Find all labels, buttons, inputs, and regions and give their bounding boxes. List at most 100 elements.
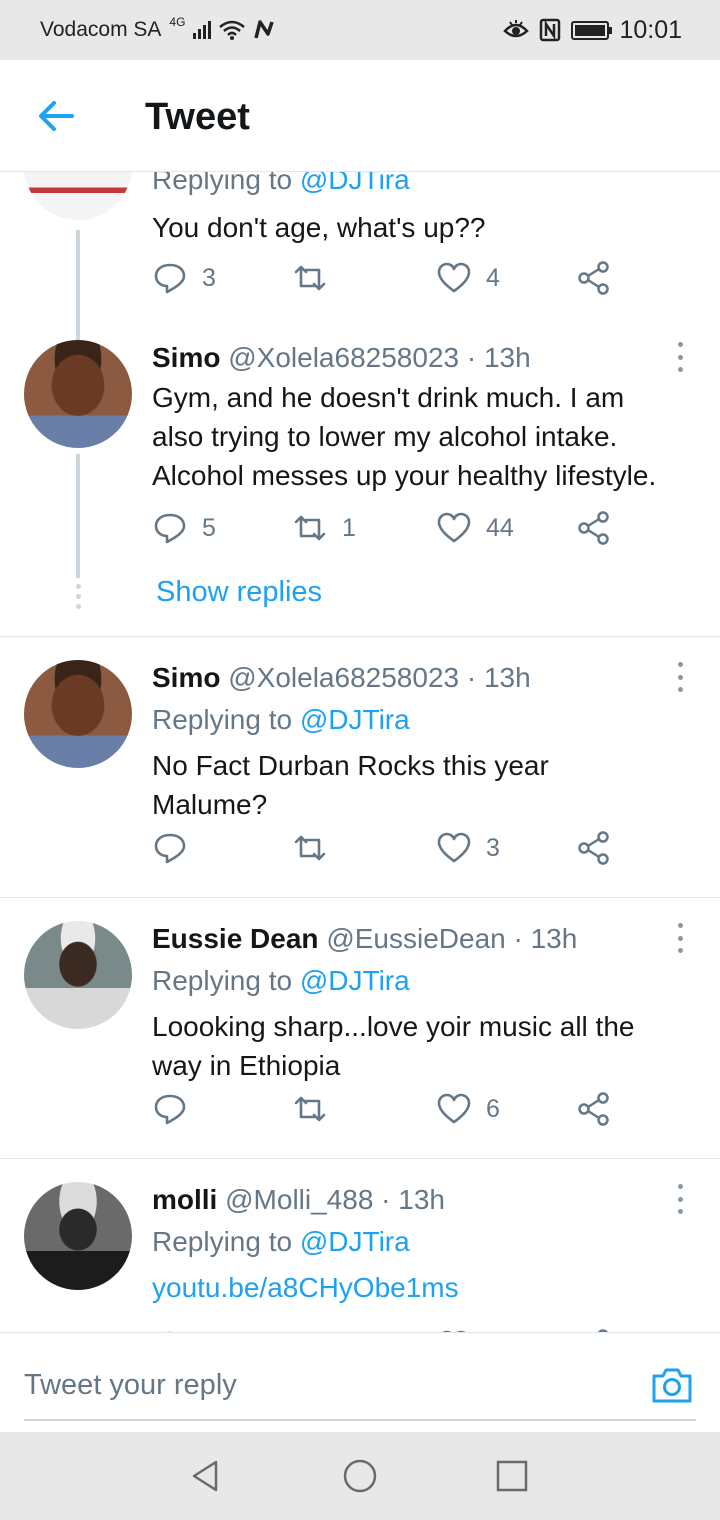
signal-icon [193,21,212,39]
mention-link[interactable]: @DJTira [300,965,410,996]
text-line: way in Ethiopia [152,1050,341,1081]
tweet-text: Gym, and he doesn't drink much. I am als… [152,378,692,495]
retweet-icon [294,1096,326,1122]
tweet[interactable]: Simo @Xolela68258023 · 13h Gym, and he d… [0,340,720,636]
mention-link[interactable]: @DJTira [300,172,410,195]
retweet-button[interactable]: 1 [292,508,356,548]
share-button[interactable] [576,1089,612,1129]
retweet-icon [294,835,326,861]
like-button[interactable]: 3 [436,828,500,868]
tweet-header: Simo @Xolela68258023 · 13h [152,660,692,696]
text-line: No Fact Durban Rocks this year [152,750,549,781]
nav-back-icon[interactable] [188,1458,224,1494]
top-app-bar: Tweet [0,60,720,172]
more-vertical-icon[interactable] [676,923,684,953]
retweet-button[interactable] [292,258,342,298]
reply-button[interactable] [152,828,202,868]
more-vertical-icon[interactable] [676,662,684,692]
text-line: Loooking sharp...love yoir music all the [152,1011,635,1042]
display-name[interactable]: Simo [152,662,220,693]
clock: 10:01 [619,15,682,44]
retweet-button[interactable] [292,828,342,868]
share-button[interactable] [576,258,612,298]
tweet[interactable]: Simo @Xolela68258023 · 13h Replying to @… [0,660,720,896]
share-icon [578,831,609,865]
reply-feed[interactable]: Replying to @DJTira You don't age, what'… [0,172,720,1332]
like-button[interactable]: 6 [436,1089,500,1129]
like-count: 3 [486,833,500,862]
like-icon [437,262,471,293]
camera-icon[interactable] [650,1363,694,1407]
like-icon [437,512,471,543]
share-icon [578,261,609,295]
tweet[interactable]: Eussie Dean @EussieDean · 13h Replying t… [0,921,720,1157]
text-line: Malume? [152,789,268,820]
wifi-icon [219,20,246,40]
reply-button[interactable]: 3 [152,258,216,298]
tweet-text: No Fact Durban Rocks this year Malume? [152,746,692,824]
reply-button[interactable] [152,1089,202,1129]
handle-time: @Xolela68258023 · 13h [228,342,531,373]
more-vertical-icon[interactable] [676,1184,684,1214]
tweet[interactable]: molli @Molli_488 · 13h Replying to @DJTi… [0,1182,720,1332]
tweet[interactable]: Replying to @DJTira You don't age, what'… [0,172,720,354]
like-icon [437,1093,471,1124]
replying-to: Replying to @DJTira [152,965,410,996]
page-title: Tweet [145,96,250,138]
share-button[interactable] [576,828,612,868]
tweet-actions: 3 4 [152,258,622,298]
thread-line [76,230,80,354]
divider [0,897,720,898]
like-button[interactable]: 44 [436,508,514,548]
handle-time: @Molli_488 · 13h [225,1184,445,1215]
nav-recents-icon[interactable] [494,1458,530,1494]
show-replies-link[interactable]: Show replies [156,576,322,609]
reply-icon [154,833,186,864]
battery-icon [571,20,613,40]
avatar[interactable] [24,660,132,768]
reply-icon [154,513,186,544]
more-vertical-icon[interactable] [676,342,684,372]
replying-to: Replying to @DJTira [152,172,692,200]
avatar[interactable] [24,340,132,448]
nfc-icon [540,18,561,42]
like-count: 6 [486,1094,500,1123]
avatar[interactable] [24,172,132,220]
tweet-link[interactable]: youtu.be/a8CHyObe1ms [152,1268,692,1307]
reply-button[interactable]: 5 [152,508,216,548]
tweet-actions: 5 1 44 [152,508,622,548]
system-nav-bar [0,1432,720,1520]
divider [0,1158,720,1159]
reply-icon [154,1094,186,1125]
replying-to: Replying to @DJTira [152,704,410,735]
display-name[interactable]: Simo [152,342,220,373]
display-name[interactable]: molli [152,1184,217,1215]
thread-ellipsis-icon [74,584,82,609]
tweet-actions: 6 [152,1089,622,1129]
like-count: 44 [486,513,514,542]
like-button[interactable]: 4 [436,258,500,298]
back-arrow-icon[interactable] [36,96,76,136]
carrier-label: Vodacom SA [40,18,162,41]
retweet-button[interactable] [292,1089,342,1129]
share-icon [578,1092,609,1126]
tweet-header: Simo @Xolela68258023 · 13h [152,340,692,376]
avatar[interactable] [24,1182,132,1290]
share-button[interactable] [576,508,612,548]
text-line: Gym, and he doesn't drink much. I am [152,382,625,413]
input-underline [24,1419,696,1421]
display-name[interactable]: Eussie Dean [152,923,319,954]
share-icon [578,511,609,545]
reply-input[interactable]: Tweet your reply [24,1369,237,1402]
text-line: Alcohol messes up your healthy lifestyle… [152,460,657,491]
nav-home-icon[interactable] [342,1458,378,1494]
reply-composer: Tweet your reply [0,1332,720,1432]
avatar[interactable] [24,921,132,1029]
replying-to: Replying to @DJTira [152,1226,410,1257]
network-label: 4G [169,15,186,29]
mention-link[interactable]: @DJTira [300,1226,410,1257]
thread-line [76,454,80,578]
mention-link[interactable]: @DJTira [300,704,410,735]
tweet-actions: 3 [152,828,622,868]
reply-count: 3 [202,263,216,292]
